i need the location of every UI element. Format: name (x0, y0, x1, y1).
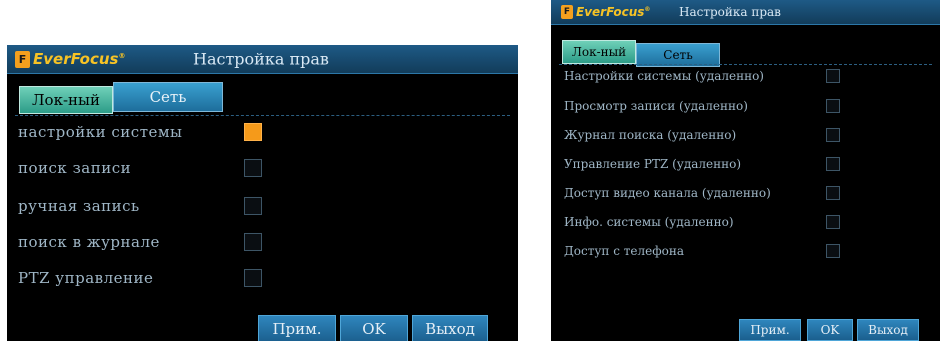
permission-row: Доступ видео канала (удаленно) (551, 183, 940, 205)
apply-button[interactable]: Прим. (739, 319, 801, 341)
logo-text: EverFocus® (576, 5, 651, 19)
permission-checkbox[interactable] (826, 244, 840, 258)
everfocus-logo: F EverFocus® (561, 5, 650, 19)
ok-button[interactable]: OK (807, 319, 853, 341)
permission-row: ручная запись (7, 193, 518, 221)
permission-row: поиск записи (7, 155, 518, 183)
permission-label: Управление PTZ (удаленно) (564, 157, 742, 171)
exit-button[interactable]: Выход (857, 319, 919, 341)
permission-checkbox[interactable] (244, 123, 262, 141)
network-permissions-screen: F EverFocus® Настройка прав Лок-ный Сеть… (551, 0, 940, 341)
permission-row: Доступ с телефона (551, 241, 940, 263)
permission-row: Настройки системы (удаленно) (551, 66, 940, 88)
divider (559, 64, 932, 65)
title-bar: F EverFocus® Настройка прав (551, 0, 940, 25)
permission-label: поиск в журнале (18, 233, 160, 251)
permission-row: поиск в журнале (7, 229, 518, 257)
permission-checkbox[interactable] (826, 99, 840, 113)
permission-checkbox[interactable] (244, 159, 262, 177)
permission-label: Журнал поиска (удаленно) (564, 128, 737, 142)
permission-row: настройки системы (7, 119, 518, 147)
ok-button[interactable]: OK (340, 315, 408, 341)
tab-local[interactable]: Лок-ный (19, 86, 113, 114)
logo-mark-icon: F (561, 5, 573, 19)
logo-text: EverFocus® (33, 50, 126, 68)
permission-checkbox[interactable] (826, 128, 840, 142)
permission-row: PTZ управление (7, 265, 518, 293)
permission-checkbox[interactable] (826, 215, 840, 229)
title-bar: F EverFocus® Настройка прав (7, 45, 518, 74)
screen-title: Настройка прав (679, 5, 781, 19)
permission-checkbox[interactable] (826, 157, 840, 171)
permission-checkbox[interactable] (244, 233, 262, 251)
permission-checkbox[interactable] (826, 69, 840, 83)
apply-button[interactable]: Прим. (258, 315, 336, 341)
permission-label: поиск записи (18, 159, 132, 177)
exit-button[interactable]: Выход (412, 315, 488, 341)
permission-label: Инфо. системы (удаленно) (564, 215, 734, 229)
logo-mark-icon: F (15, 50, 30, 68)
permission-checkbox[interactable] (826, 186, 840, 200)
permission-label: PTZ управление (18, 269, 154, 287)
permission-label: Доступ с телефона (564, 244, 684, 258)
local-permissions-screen: F EverFocus® Настройка прав Лок-ный Сеть… (7, 45, 518, 341)
screen-title: Настройка прав (193, 49, 329, 69)
permission-row: Просмотр записи (удаленно) (551, 96, 940, 118)
permission-row: Инфо. системы (удаленно) (551, 212, 940, 234)
everfocus-logo: F EverFocus® (15, 50, 125, 68)
divider (15, 115, 510, 116)
permission-checkbox[interactable] (244, 269, 262, 287)
permission-label: ручная запись (18, 197, 140, 215)
permission-label: Настройки системы (удаленно) (564, 69, 764, 83)
permission-label: настройки системы (18, 123, 183, 141)
tab-local[interactable]: Лок-ный (562, 40, 636, 64)
permission-row: Журнал поиска (удаленно) (551, 125, 940, 147)
tab-network[interactable]: Сеть (113, 82, 223, 112)
permission-row: Управление PTZ (удаленно) (551, 154, 940, 176)
permission-label: Просмотр записи (удаленно) (564, 99, 748, 113)
permission-label: Доступ видео канала (удаленно) (564, 186, 771, 200)
permission-checkbox[interactable] (244, 197, 262, 215)
tab-bar: Лок-ный Сеть (19, 82, 223, 114)
tab-bar: Лок-ный Сеть (562, 40, 720, 67)
